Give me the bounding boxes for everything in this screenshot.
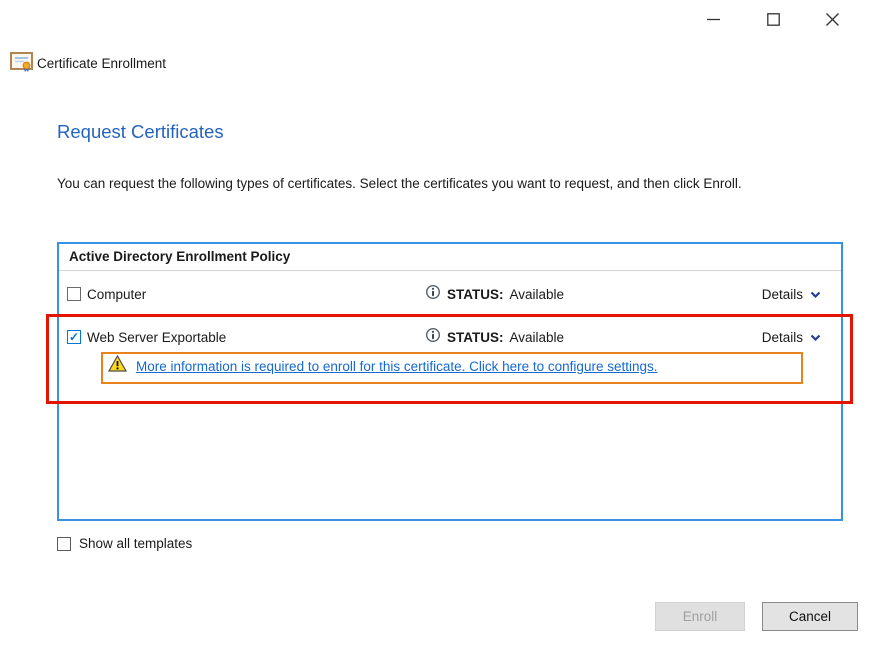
template-name: Web Server Exportable xyxy=(87,330,226,345)
enroll-button[interactable]: Enroll xyxy=(655,602,745,631)
template-name: Computer xyxy=(87,287,146,302)
status-value: Available xyxy=(510,287,565,302)
configure-settings-link[interactable]: More information is required to enroll f… xyxy=(136,359,657,374)
close-icon xyxy=(826,13,839,29)
minimize-icon xyxy=(707,13,720,29)
template-row-computer: Computer STATUS: Available Details xyxy=(59,280,841,308)
chevron-down-icon xyxy=(810,287,821,302)
show-all-templates-checkbox[interactable] xyxy=(57,537,71,551)
status-value: Available xyxy=(510,330,565,345)
status-label: STATUS: xyxy=(447,287,504,302)
policy-panel-title: Active Directory Enrollment Policy xyxy=(59,244,841,271)
web-server-exportable-checkbox[interactable]: ✓ xyxy=(67,330,81,344)
maximize-button[interactable] xyxy=(752,6,794,36)
show-all-templates: Show all templates xyxy=(57,536,192,551)
certificate-icon xyxy=(10,52,33,78)
details-label: Details xyxy=(762,287,803,302)
close-button[interactable] xyxy=(811,6,853,36)
info-icon xyxy=(425,327,441,348)
enrollment-policy-panel: Active Directory Enrollment Policy Compu… xyxy=(57,242,843,521)
details-toggle-web-server[interactable]: Details xyxy=(762,330,821,345)
more-information-warning: More information is required to enroll f… xyxy=(108,355,657,377)
info-icon xyxy=(425,284,441,305)
computer-checkbox[interactable] xyxy=(67,287,81,301)
cancel-button[interactable]: Cancel xyxy=(762,602,858,631)
page-title: Request Certificates xyxy=(57,121,224,143)
status-cluster: STATUS: Available xyxy=(425,284,564,305)
dialog-title: Certificate Enrollment xyxy=(37,56,166,71)
page-description: You can request the following types of c… xyxy=(57,176,815,193)
status-cluster: STATUS: Available xyxy=(425,327,564,348)
status-label: STATUS: xyxy=(447,330,504,345)
minimize-button[interactable] xyxy=(692,6,734,36)
chevron-down-icon xyxy=(810,330,821,345)
template-row-web-server-exportable: ✓ Web Server Exportable STATUS: Availabl… xyxy=(59,323,841,351)
show-all-templates-label: Show all templates xyxy=(79,536,192,551)
details-label: Details xyxy=(762,330,803,345)
details-toggle-computer[interactable]: Details xyxy=(762,287,821,302)
maximize-icon xyxy=(767,13,780,29)
warning-icon xyxy=(108,355,127,377)
